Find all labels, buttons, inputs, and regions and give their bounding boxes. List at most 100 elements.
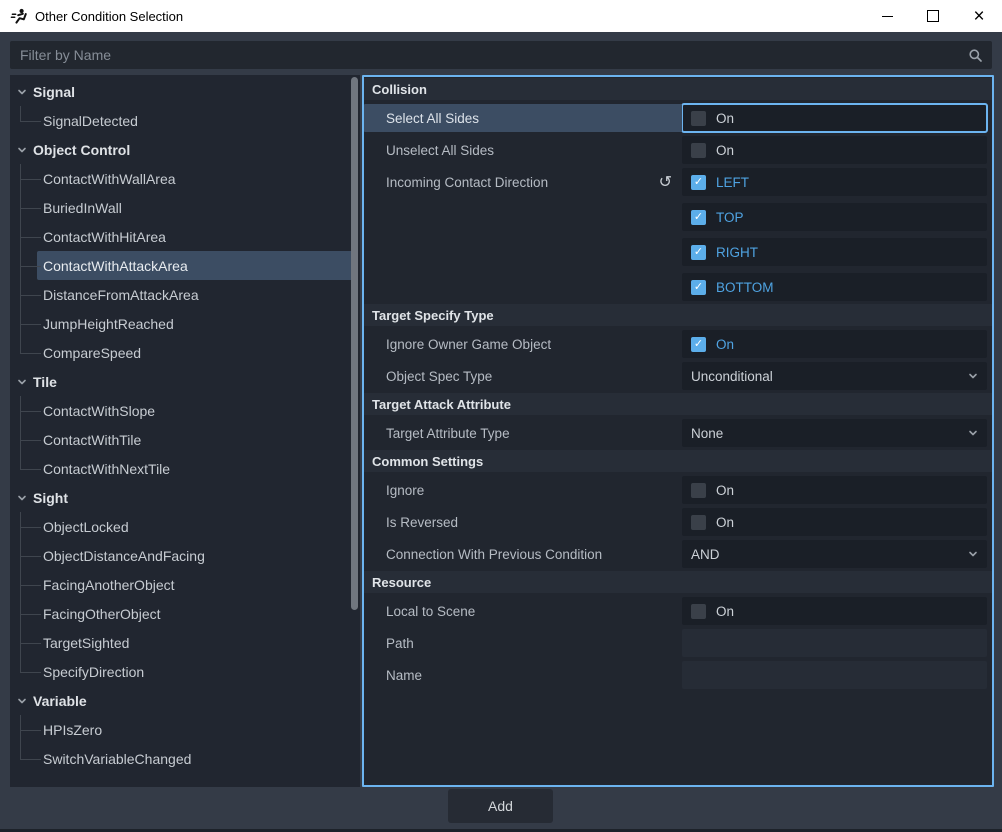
tree-category-tile[interactable]: Tile [10, 367, 360, 396]
toggle-label: On [716, 337, 734, 352]
chevron-down-icon [968, 549, 978, 559]
toggle-select-all-sides[interactable]: On [682, 104, 987, 132]
property-row-connection-with-previous-condition: Connection With Previous ConditionAND [364, 540, 992, 568]
property-row-path: Path [364, 629, 992, 657]
tree-item-contactwithnexttile[interactable]: ContactWithNextTile [10, 454, 360, 483]
tree-item-objectlocked[interactable]: ObjectLocked [10, 512, 360, 541]
toggle-label: On [716, 515, 734, 530]
dropdown-value: AND [691, 547, 720, 562]
tree-item-contactwithattackarea[interactable]: ContactWithAttackArea [10, 251, 360, 280]
dropdown-object-spec-type[interactable]: Unconditional [682, 362, 987, 390]
property-value: ✓LEFT ✓TOP ✓RIGHT ✓BOTTOM [682, 168, 987, 301]
toggle-ignore[interactable]: On [682, 476, 987, 504]
property-label: Name [364, 661, 682, 689]
property-value: None [682, 419, 987, 447]
toggle-local-to-scene[interactable]: On [682, 597, 987, 625]
tree-item-buriedinwall[interactable]: BuriedInWall [10, 193, 360, 222]
tree-item-label: FacingOtherObject [10, 606, 161, 622]
tree-item-label: ObjectLocked [10, 519, 129, 535]
dropdown-connection-with-previous-condition[interactable]: AND [682, 540, 987, 568]
tree-item-contactwithtile[interactable]: ContactWithTile [10, 425, 360, 454]
tree-item-switchvariablechanged[interactable]: SwitchVariableChanged [10, 744, 360, 773]
tree-item-contactwithslope[interactable]: ContactWithSlope [10, 396, 360, 425]
text-field-path[interactable] [682, 629, 987, 657]
toggle-unselect-all-sides[interactable]: On [682, 136, 987, 164]
tree-item-specifydirection[interactable]: SpecifyDirection [10, 657, 360, 686]
property-label-text: Ignore [386, 483, 424, 498]
property-row-unselect-all-sides: Unselect All Sides On [364, 136, 992, 164]
tree-item-label: BuriedInWall [10, 200, 122, 216]
chevron-down-icon [968, 371, 978, 381]
tree-item-contactwithhitarea[interactable]: ContactWithHitArea [10, 222, 360, 251]
checkbox-option-left[interactable]: ✓LEFT [682, 168, 987, 196]
property-value: AND [682, 540, 987, 568]
toggle-ignore-owner-game-object[interactable]: ✓ On [682, 330, 987, 358]
checkbox-option-right[interactable]: ✓RIGHT [682, 238, 987, 266]
tree-item-comparespeed[interactable]: CompareSpeed [10, 338, 360, 367]
tree-item-facinganotherobject[interactable]: FacingAnotherObject [10, 570, 360, 599]
property-row-ignore: Ignore On [364, 476, 992, 504]
tree-category-object-control[interactable]: Object Control [10, 135, 360, 164]
property-value: Unconditional [682, 362, 987, 390]
text-field-name[interactable] [682, 661, 987, 689]
checkbox-checked-icon: ✓ [691, 280, 706, 295]
property-label-text: Local to Scene [386, 604, 475, 619]
toggle-is-reversed[interactable]: On [682, 508, 987, 536]
chevron-down-icon [16, 493, 28, 503]
toggle-label: On [716, 111, 734, 126]
property-row-name: Name [364, 661, 992, 689]
checkbox-unchecked-icon [691, 143, 706, 158]
property-label-text: Unselect All Sides [386, 143, 494, 158]
property-value: On [682, 476, 987, 504]
runner-icon [10, 8, 28, 25]
property-value [682, 661, 987, 689]
add-button[interactable]: Add [448, 789, 553, 823]
toggle-label: On [716, 483, 734, 498]
tree-item-contactwithwallarea[interactable]: ContactWithWallArea [10, 164, 360, 193]
tree-item-hpiszero[interactable]: HPIsZero [10, 715, 360, 744]
tree-item-targetsighted[interactable]: TargetSighted [10, 628, 360, 657]
close-icon: × [973, 7, 984, 26]
dropdown-target-attribute-type[interactable]: None [682, 419, 987, 447]
property-row-is-reversed: Is ReversedOn [364, 508, 992, 536]
close-button[interactable]: × [956, 0, 1002, 32]
tree-item-facingotherobject[interactable]: FacingOtherObject [10, 599, 360, 628]
chevron-down-icon [16, 145, 28, 155]
property-label: Object Spec Type [364, 362, 682, 390]
minimize-button[interactable] [864, 0, 910, 32]
tree-item-distancefromattackarea[interactable]: DistanceFromAttackArea [10, 280, 360, 309]
tree-scrollbar[interactable] [351, 77, 358, 785]
checkbox-checked-icon: ✓ [691, 210, 706, 225]
tree-category-signal[interactable]: Signal [10, 77, 360, 106]
property-label-text: Select All Sides [386, 111, 479, 126]
tree-item-objectdistanceandfacing[interactable]: ObjectDistanceAndFacing [10, 541, 360, 570]
property-row-ignore-owner-game-object: Ignore Owner Game Object✓On [364, 330, 992, 358]
section-header-target-attack-attribute: Target Attack Attribute [364, 393, 992, 415]
property-label-text: Name [386, 668, 422, 683]
checkbox-option-top[interactable]: ✓TOP [682, 203, 987, 231]
property-label: Path [364, 629, 682, 657]
checkbox-unchecked-icon [691, 515, 706, 530]
tree-scrollbar-thumb[interactable] [351, 77, 358, 610]
checkbox-checked-icon: ✓ [691, 337, 706, 352]
tree-category-label: Tile [33, 374, 57, 390]
tree-item-signaldetected[interactable]: SignalDetected [10, 106, 360, 135]
condition-tree: Signal SignalDetected Object Control Contac… [10, 75, 360, 773]
filter-input[interactable] [10, 41, 968, 69]
tree-item-jumpheightreached[interactable]: JumpHeightReached [10, 309, 360, 338]
checkbox-unchecked-icon [691, 604, 706, 619]
tree-item-label: HPIsZero [10, 722, 102, 738]
checkbox-unchecked-icon [691, 111, 706, 126]
maximize-button[interactable] [910, 0, 956, 32]
chevron-down-icon [968, 428, 978, 438]
revert-icon[interactable]: ↺ [659, 168, 672, 196]
property-row-local-to-scene: Local to Scene On [364, 597, 992, 625]
property-label-text: Object Spec Type [386, 369, 492, 384]
tree-item-label: SignalDetected [10, 113, 138, 129]
tree-category-variable[interactable]: Variable [10, 686, 360, 715]
tree-category-sight[interactable]: Sight [10, 483, 360, 512]
section-header-resource: Resource [364, 571, 992, 593]
tree-item-label: ContactWithWallArea [10, 171, 176, 187]
checkbox-checked-icon: ✓ [691, 245, 706, 260]
checkbox-option-bottom[interactable]: ✓BOTTOM [682, 273, 987, 301]
